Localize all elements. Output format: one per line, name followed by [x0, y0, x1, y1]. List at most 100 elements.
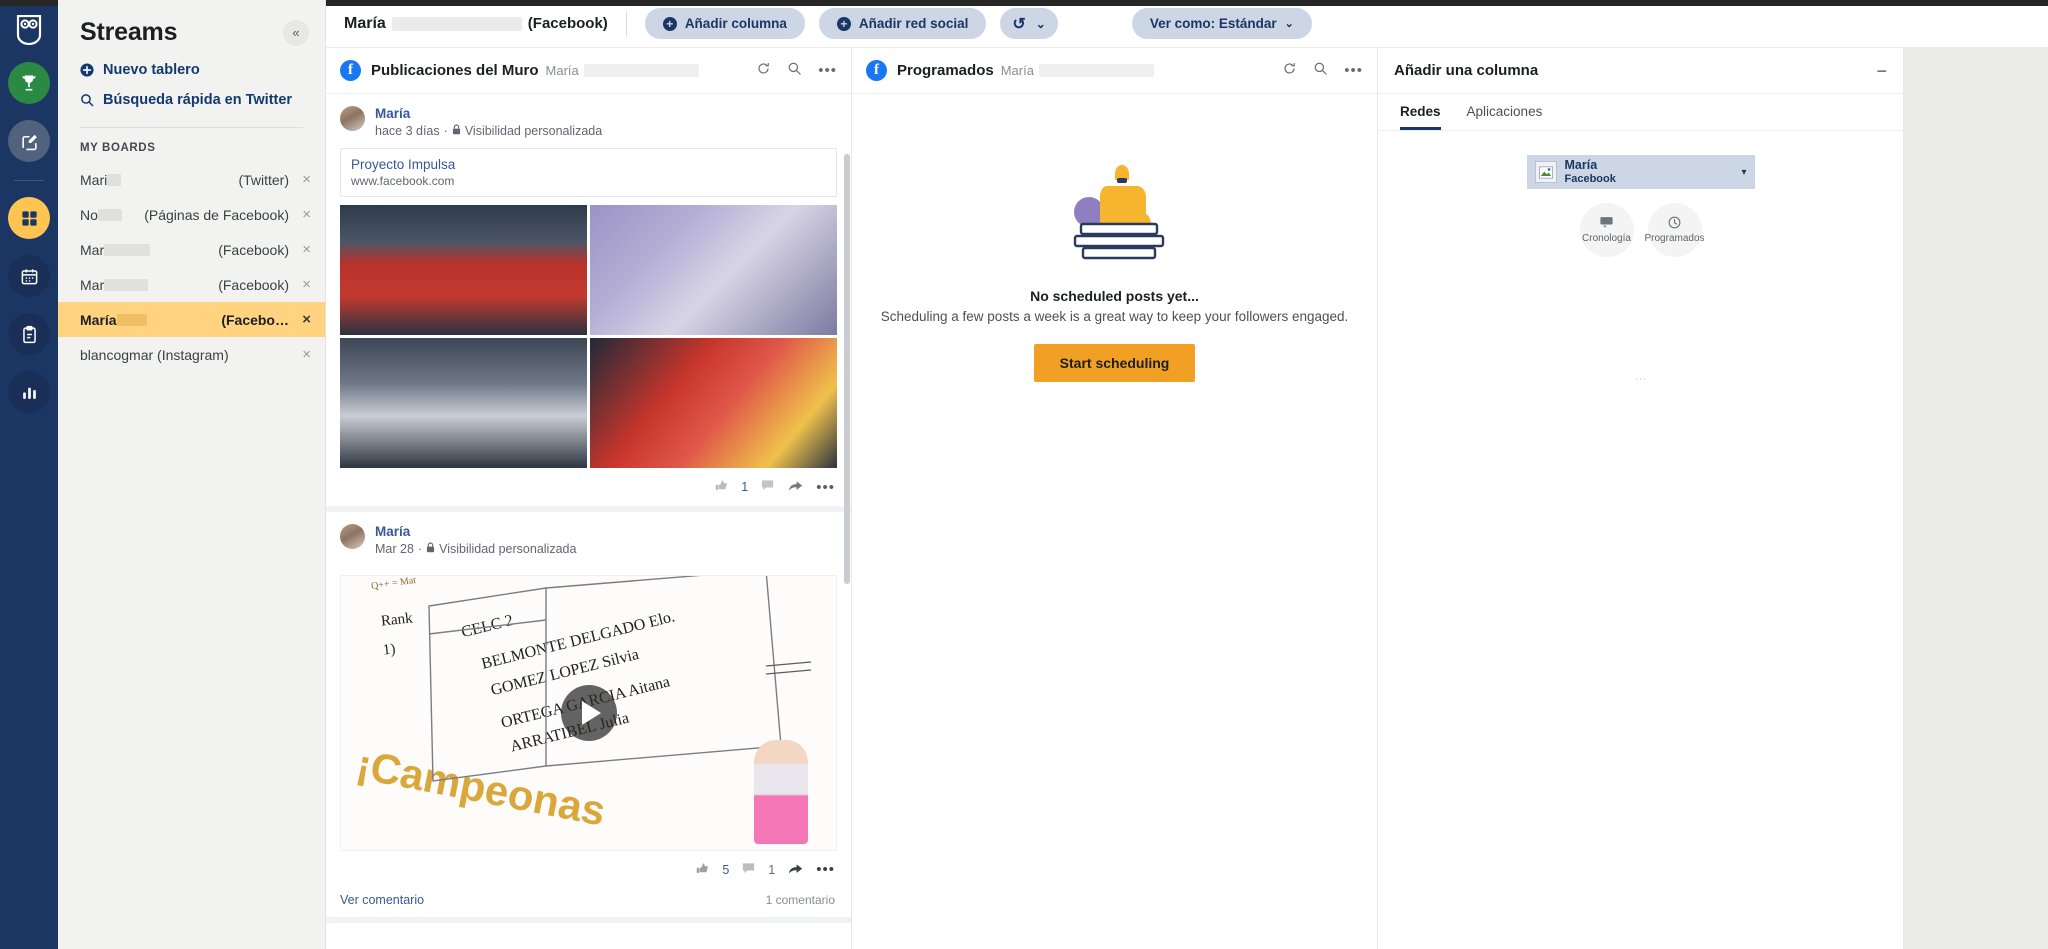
- start-scheduling-button[interactable]: Start scheduling: [1033, 344, 1196, 382]
- post-item: María hace 3 días · Visibilidad personal…: [326, 94, 851, 513]
- post-meta: hace 3 días · Visibilidad personalizada: [375, 123, 602, 141]
- empty-state-subtitle: Scheduling a few posts a week is a great…: [880, 309, 1349, 324]
- facebook-icon: f: [340, 60, 361, 81]
- comment-icon[interactable]: [741, 861, 756, 879]
- share-icon[interactable]: [787, 478, 804, 496]
- sidebar-item-board-5[interactable]: blancogmar (Instagram) ×: [58, 337, 325, 372]
- column-subtitle-redaction: [1038, 64, 1154, 77]
- more-icon[interactable]: •••: [816, 861, 835, 878]
- add-column-title: Añadir una columna: [1394, 62, 1539, 79]
- inbox-icon[interactable]: [8, 313, 50, 355]
- column-scrollbar[interactable]: [844, 94, 850, 949]
- post-photo-grid[interactable]: [340, 205, 837, 469]
- sidebar-item-board-4[interactable]: María (Facebo… ×: [58, 302, 325, 337]
- new-board-label: Nuevo tablero: [103, 62, 200, 78]
- video-play-button[interactable]: [560, 684, 617, 741]
- empty-state: No scheduled posts yet... Scheduling a f…: [852, 94, 1377, 382]
- analytics-icon[interactable]: [8, 371, 50, 413]
- refresh-icon[interactable]: [1282, 61, 1297, 81]
- link-title[interactable]: Proyecto Impulsa: [351, 157, 826, 172]
- post-meta: Mar 28 · Visibilidad personalizada: [375, 541, 576, 559]
- column-body[interactable]: María hace 3 días · Visibilidad personal…: [326, 94, 851, 949]
- comment-icon[interactable]: [760, 478, 775, 496]
- compose-icon[interactable]: [8, 120, 50, 162]
- post-photo[interactable]: [590, 338, 837, 469]
- board-remove-button[interactable]: ×: [289, 311, 311, 328]
- more-icon[interactable]: •••: [818, 62, 837, 79]
- board-remove-button[interactable]: ×: [289, 276, 311, 293]
- board-remove-button[interactable]: ×: [289, 171, 311, 188]
- add-stream-programados-button[interactable]: Programados: [1644, 203, 1705, 257]
- post-engagement-bar: 5 1 •••: [326, 851, 851, 889]
- refresh-icon[interactable]: [756, 61, 771, 81]
- tab-aplicaciones[interactable]: Aplicaciones: [1467, 104, 1543, 130]
- post-author[interactable]: María: [375, 524, 576, 541]
- board-remove-button[interactable]: ×: [289, 241, 311, 258]
- chevron-down-icon[interactable]: ▾: [1741, 167, 1746, 178]
- rewards-icon[interactable]: [8, 62, 50, 104]
- board-remove-button[interactable]: ×: [289, 206, 311, 223]
- account-selector[interactable]: María Facebook ▾: [1526, 155, 1755, 189]
- like-count: 1: [741, 480, 749, 495]
- broken-image-icon: [1534, 161, 1557, 183]
- sidebar-item-board-0[interactable]: Mari (Twitter) ×: [58, 162, 325, 197]
- board-name: blancogmar (Instagram): [80, 346, 229, 363]
- minimize-button[interactable]: −: [1876, 62, 1887, 80]
- view-as-button[interactable]: Ver como: Estándar ⌄: [1131, 8, 1312, 39]
- planner-icon[interactable]: [8, 255, 50, 297]
- like-icon[interactable]: [695, 861, 710, 879]
- account-name: María: [1564, 158, 1598, 173]
- clock-icon: [1668, 216, 1681, 233]
- scrollbar-thumb[interactable]: [844, 154, 850, 584]
- more-icon[interactable]: •••: [1344, 62, 1363, 79]
- post-item: María Mar 28 · Visibilidad personalizada…: [326, 512, 851, 923]
- post-photo[interactable]: [340, 338, 587, 469]
- collapse-sidebar-button[interactable]: «: [283, 19, 309, 46]
- lock-icon: [426, 541, 435, 559]
- add-column-header: Añadir una columna −: [1378, 48, 1903, 94]
- quick-search-twitter-button[interactable]: Búsqueda rápida en Twitter: [58, 85, 325, 115]
- board-remove-button[interactable]: ×: [289, 346, 311, 363]
- view-comment-link[interactable]: Ver comentario: [340, 893, 424, 907]
- toolbar-divider: [625, 10, 627, 37]
- facebook-icon: f: [866, 60, 887, 81]
- board-network: (Facebook): [218, 241, 289, 258]
- post-link-card[interactable]: Proyecto Impulsa www.facebook.com: [340, 148, 837, 198]
- search-icon[interactable]: [1313, 61, 1328, 81]
- add-stream-cronologia-button[interactable]: Cronología: [1579, 203, 1634, 257]
- sidebar-item-board-3[interactable]: Mar (Facebook) ×: [58, 267, 325, 302]
- new-board-button[interactable]: Nuevo tablero: [58, 55, 325, 85]
- chevron-down-icon[interactable]: ⌄: [1036, 17, 1046, 31]
- search-icon[interactable]: [787, 61, 802, 81]
- sidebar-item-board-2[interactable]: Mar (Facebook) ×: [58, 232, 325, 267]
- tab-redes[interactable]: Redes: [1400, 104, 1441, 130]
- sidebar-item-board-1[interactable]: No (Páginas de Facebook) ×: [58, 197, 325, 232]
- empty-board-area: [1904, 48, 2048, 949]
- column-body: No scheduled posts yet... Scheduling a f…: [852, 94, 1377, 949]
- column-actions: •••: [756, 61, 837, 81]
- share-icon[interactable]: [787, 861, 804, 879]
- post-header: María Mar 28 · Visibilidad personalizada: [326, 512, 851, 566]
- post-video[interactable]: Q++ = Mat Rank CELC 2 1) BELMONTE DELGAD…: [340, 574, 837, 851]
- post-photo[interactable]: [340, 205, 587, 336]
- board-network: (Facebook): [218, 276, 289, 293]
- add-column-button[interactable]: + Añadir columna: [644, 8, 805, 39]
- streams-icon[interactable]: [8, 197, 50, 239]
- refresh-board-button[interactable]: ↺ ⌄: [1000, 8, 1058, 39]
- post-photo[interactable]: [590, 205, 837, 336]
- main-area: María (Facebook) + Añadir columna + Añad…: [326, 0, 2048, 949]
- like-icon[interactable]: [714, 478, 729, 496]
- add-column-panel: Añadir una columna − Redes Aplicaciones …: [1378, 48, 1904, 949]
- add-social-network-button[interactable]: + Añadir red social: [818, 8, 987, 39]
- add-column-label: Añadir columna: [684, 16, 787, 31]
- hootsuite-owl-logo[interactable]: [9, 10, 49, 50]
- post-footer: Ver comentario 1 comentario: [326, 889, 851, 917]
- plus-icon: +: [662, 16, 677, 31]
- more-icon[interactable]: •••: [816, 479, 835, 496]
- board-name-redaction: [104, 278, 149, 291]
- post-author[interactable]: María: [375, 106, 602, 123]
- view-as-label: Ver como: Estándar: [1149, 16, 1277, 31]
- sidebar-divider: [80, 127, 303, 128]
- board-toolbar: María (Facebook) + Añadir columna + Añad…: [326, 0, 2048, 48]
- video-avatar-figure: [754, 739, 808, 844]
